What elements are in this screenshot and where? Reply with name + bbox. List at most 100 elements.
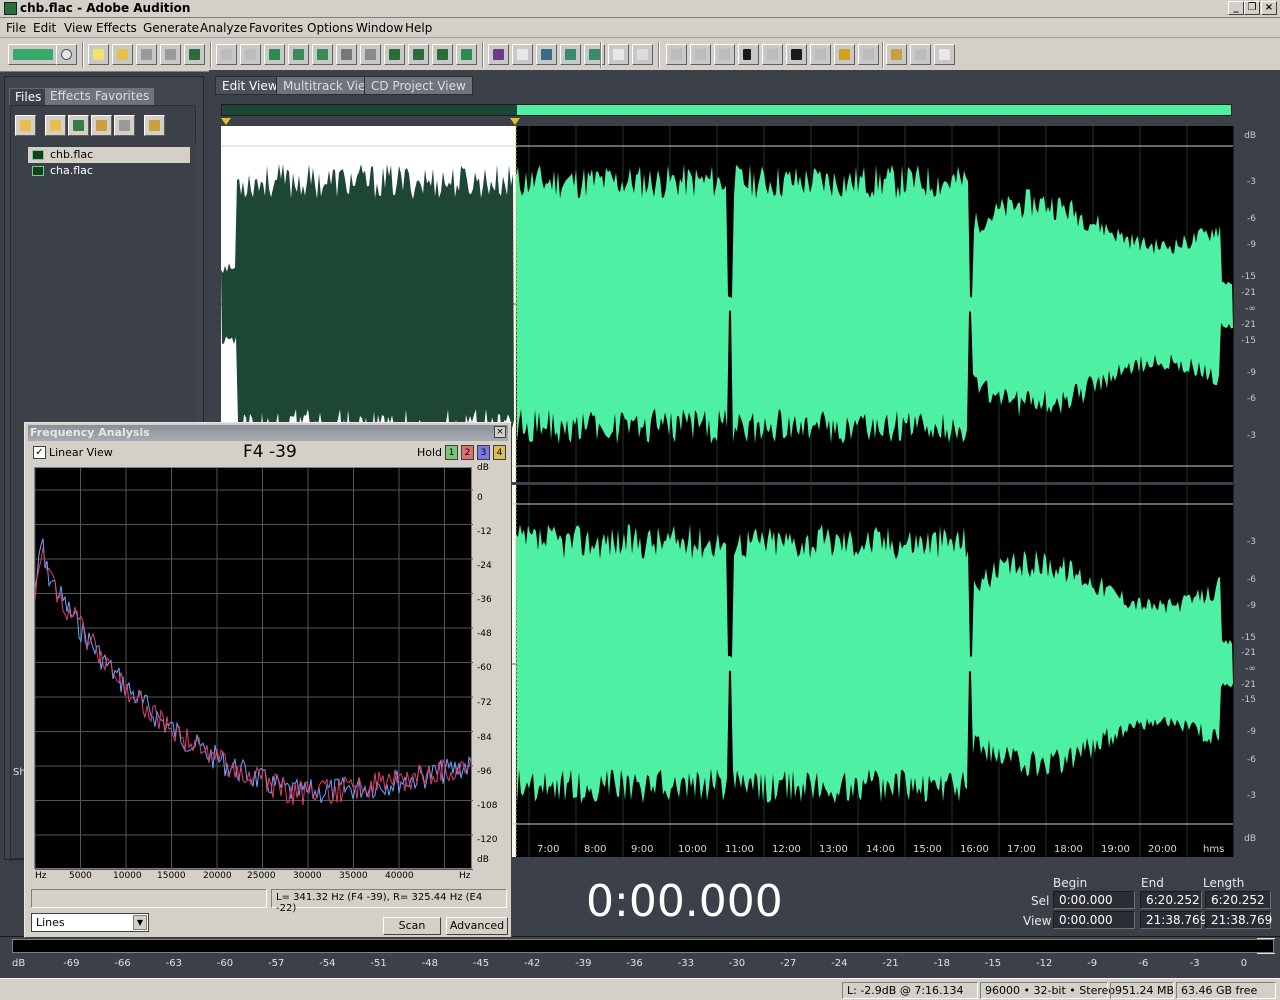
- save-all-icon[interactable]: [160, 44, 181, 65]
- freq-hz-tick-label: 20000: [203, 871, 232, 881]
- minimize-button[interactable]: _: [1228, 1, 1244, 15]
- trim-icon[interactable]: [432, 44, 453, 65]
- end-marker-icon[interactable]: [510, 118, 520, 126]
- import-file-icon[interactable]: [15, 115, 36, 136]
- tab-edit-view[interactable]: Edit View: [215, 76, 285, 95]
- zoom-icon[interactable]: [762, 44, 783, 65]
- panel-icon[interactable]: [690, 44, 711, 65]
- script-icon[interactable]: [910, 44, 931, 65]
- sel-begin-field[interactable]: 0:00.000: [1053, 891, 1135, 909]
- view-begin-field[interactable]: 0:00.000: [1053, 911, 1135, 929]
- close-button[interactable]: ×: [1261, 1, 1277, 15]
- hold-button-1[interactable]: 1: [445, 445, 458, 460]
- marquee-icon[interactable]: [632, 44, 653, 65]
- list-item[interactable]: cha.flac: [28, 163, 190, 179]
- tab-cd-project-view[interactable]: CD Project View: [364, 76, 473, 95]
- open-folder-icon[interactable]: [45, 115, 66, 136]
- undo-icon[interactable]: [216, 44, 237, 65]
- edit-view-icon[interactable]: [8, 44, 58, 65]
- menu-favorites[interactable]: Favorites: [249, 21, 303, 35]
- freq-db-tick-label: 0: [477, 493, 483, 503]
- redo-icon[interactable]: [240, 44, 261, 65]
- settings-icon[interactable]: [886, 44, 907, 65]
- check-icon[interactable]: [512, 44, 533, 65]
- copy-new-icon[interactable]: [312, 44, 333, 65]
- mix-paste-icon[interactable]: [408, 44, 429, 65]
- freq-title-bar[interactable]: Frequency Analysis ×: [28, 425, 508, 441]
- hold-label: Hold: [417, 446, 443, 459]
- level-tick-label: -3: [1189, 958, 1200, 969]
- sel-length-field[interactable]: 6:20.252: [1205, 891, 1271, 909]
- cd-icon[interactable]: [56, 44, 77, 65]
- tab-effects[interactable]: Effects: [45, 88, 96, 105]
- envelope-icon[interactable]: [488, 44, 509, 65]
- list-icon[interactable]: [858, 44, 879, 65]
- paste-icon[interactable]: [360, 44, 381, 65]
- open-file-icon[interactable]: [112, 44, 133, 65]
- menu-file[interactable]: File: [6, 21, 26, 35]
- menu-effects[interactable]: Effects: [96, 21, 137, 35]
- advanced-button[interactable]: Advanced: [446, 917, 508, 935]
- spectral-view-icon[interactable]: [536, 44, 557, 65]
- db-tick-label: -21: [1241, 680, 1256, 690]
- help-icon[interactable]: [934, 44, 955, 65]
- chevron-down-icon[interactable]: ▼: [133, 915, 147, 930]
- menu-edit[interactable]: Edit: [33, 21, 56, 35]
- menu-view[interactable]: View: [64, 21, 92, 35]
- close-file-icon[interactable]: [68, 115, 89, 136]
- linear-view-checkbox[interactable]: ✓: [33, 446, 46, 459]
- freq-db-tick-label: dB: [477, 855, 489, 865]
- freq-hz-tick-label: Hz: [459, 871, 471, 881]
- db-tick-label: -6: [1247, 575, 1256, 585]
- freq-db-tick-label: -60: [477, 663, 492, 673]
- meter-icon[interactable]: [834, 44, 855, 65]
- menu-generate[interactable]: Generate: [143, 21, 199, 35]
- sel-end-field[interactable]: 6:20.252: [1140, 891, 1202, 909]
- view-length-field[interactable]: 21:38.769: [1205, 911, 1272, 929]
- hold-button-4[interactable]: 4: [493, 445, 506, 460]
- menu-window[interactable]: Window: [356, 21, 403, 35]
- hold-button-2[interactable]: 2: [461, 445, 474, 460]
- close-icon[interactable]: ×: [494, 426, 506, 438]
- insert-icon[interactable]: [114, 115, 135, 136]
- new-file-icon[interactable]: [88, 44, 109, 65]
- save-icon[interactable]: [136, 44, 157, 65]
- level-tick-label: -30: [728, 958, 746, 969]
- tab-favorites[interactable]: Favorites: [90, 88, 155, 105]
- edit-file-icon[interactable]: [91, 115, 112, 136]
- hold-button-3[interactable]: 3: [477, 445, 490, 460]
- overview-bar[interactable]: [221, 104, 1232, 116]
- play-icon[interactable]: [738, 44, 759, 65]
- pan-view-icon[interactable]: [560, 44, 581, 65]
- db-tick-label: -∞: [1245, 664, 1256, 674]
- tab-files[interactable]: Files: [9, 88, 48, 105]
- grid-icon[interactable]: [810, 44, 831, 65]
- freq-hz-tick-label: 35000: [339, 871, 368, 881]
- level-tick-label: 0: [1240, 958, 1248, 969]
- window-icon[interactable]: [666, 44, 687, 65]
- crop-icon[interactable]: [456, 44, 477, 65]
- freq-db-tick-label: -120: [477, 835, 498, 845]
- repeat-icon[interactable]: [264, 44, 285, 65]
- menu-help[interactable]: Help: [405, 21, 432, 35]
- time-display-icon[interactable]: [786, 44, 807, 65]
- menu-analyze[interactable]: Analyze: [200, 21, 247, 35]
- scan-button[interactable]: Scan: [383, 917, 441, 935]
- time-selection-icon[interactable]: [608, 44, 629, 65]
- paste-new-icon[interactable]: [384, 44, 405, 65]
- restore-button[interactable]: ❐: [1244, 1, 1260, 15]
- file-options-icon[interactable]: [144, 115, 165, 136]
- clip-indicator[interactable]: [1257, 938, 1275, 954]
- start-marker-icon[interactable]: [221, 118, 231, 126]
- list-item[interactable]: chb.flac: [28, 147, 190, 163]
- record-icon[interactable]: [184, 44, 205, 65]
- waveform-file-icon: [32, 150, 44, 160]
- view-end-field[interactable]: 21:38.769: [1140, 911, 1207, 929]
- time-tick-label: 14:00: [866, 844, 895, 855]
- dock-icon[interactable]: [714, 44, 735, 65]
- level-tick-label: -15: [984, 958, 1002, 969]
- display-mode-select[interactable]: Lines ▼: [31, 913, 149, 932]
- cut-icon[interactable]: [336, 44, 357, 65]
- menu-options[interactable]: Options: [307, 21, 353, 35]
- copy-icon[interactable]: [288, 44, 309, 65]
